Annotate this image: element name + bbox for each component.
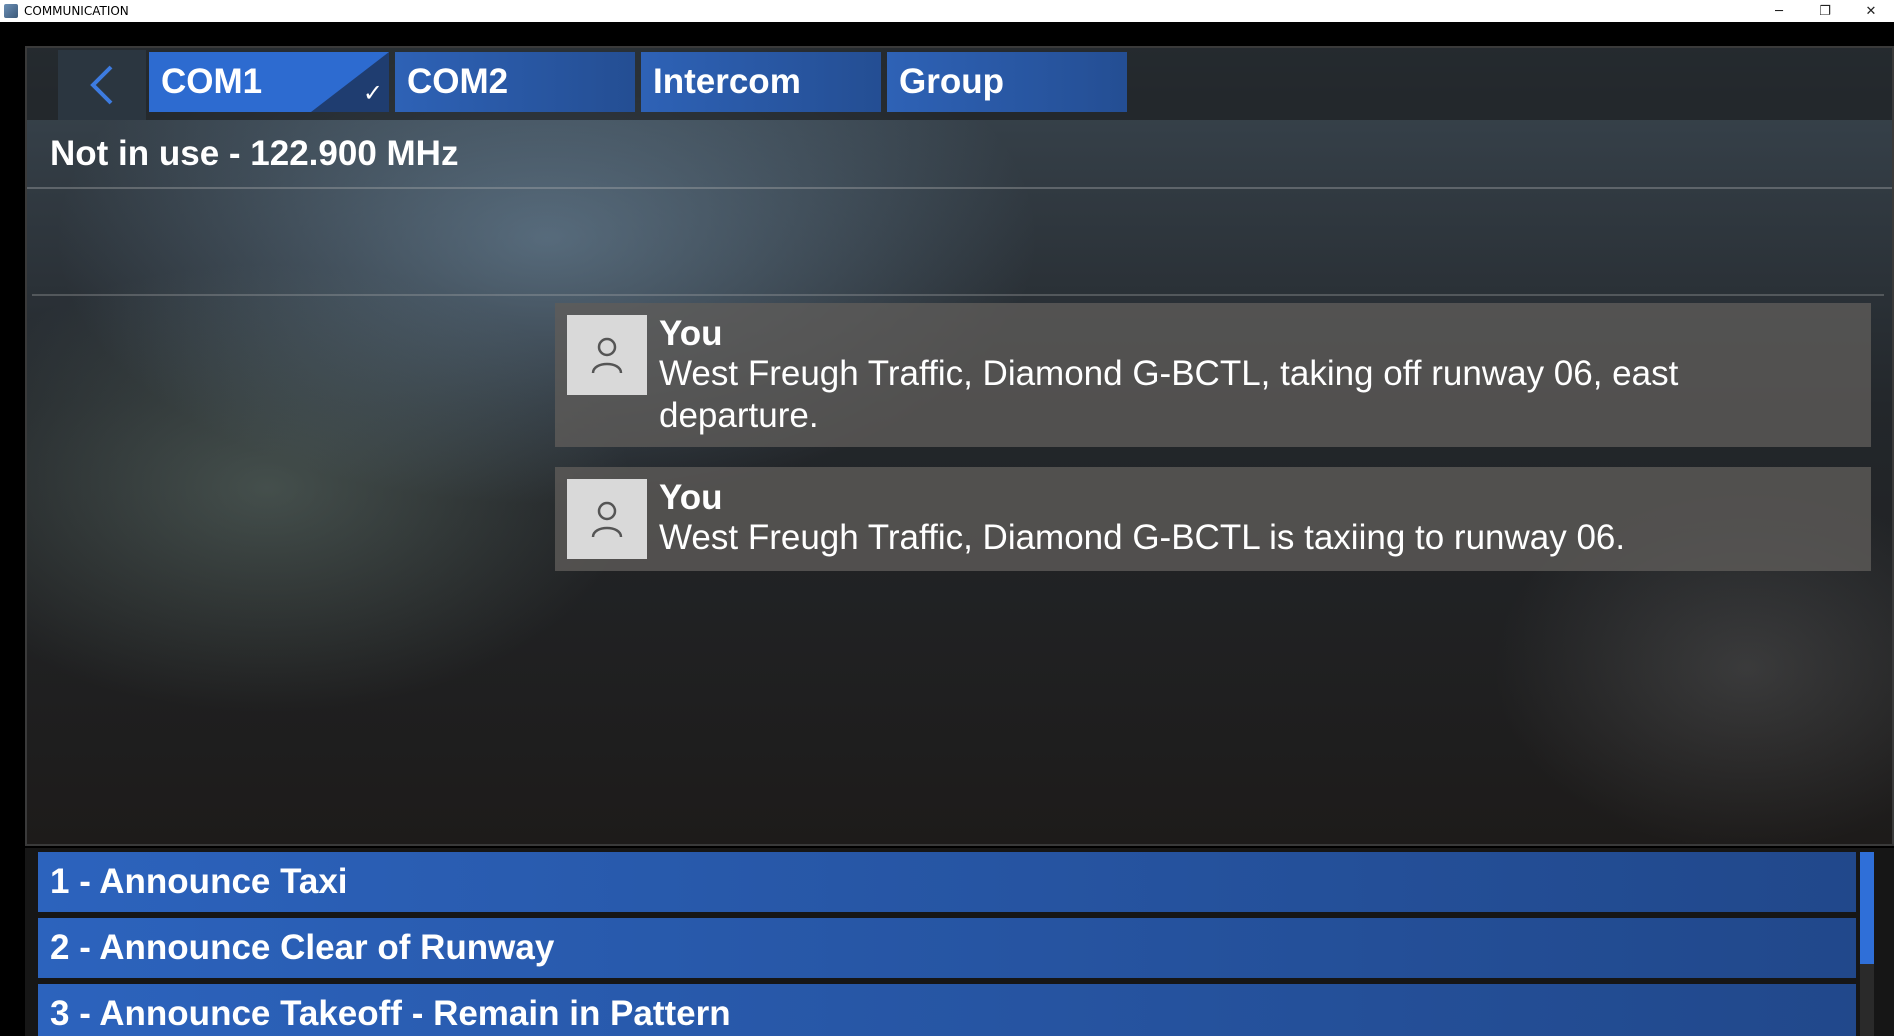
tab-label: Intercom xyxy=(653,62,801,101)
user-icon xyxy=(591,337,623,374)
app-icon xyxy=(4,4,18,18)
option-announce-clear-of-runway[interactable]: 2 - Announce Clear of Runway xyxy=(38,918,1856,978)
message-text: West Freugh Traffic, Diamond G-BCTL is t… xyxy=(659,518,1626,557)
message-sender: You xyxy=(659,314,723,353)
options-scrollbar[interactable] xyxy=(1860,852,1874,1036)
frequency-status: Not in use - 122.900 MHz xyxy=(50,134,459,173)
scrollbar-thumb[interactable] xyxy=(1860,852,1874,964)
message-item: You West Freugh Traffic, Diamond G-BCTL … xyxy=(555,467,1871,571)
window-title: COMMUNICATION xyxy=(24,4,129,18)
option-announce-takeoff-remain-in-pattern[interactable]: 3 - Announce Takeoff - Remain in Pattern xyxy=(38,984,1856,1036)
message-item: You West Freugh Traffic, Diamond G-BCTL,… xyxy=(555,303,1871,447)
restore-button[interactable]: ❐ xyxy=(1802,0,1848,22)
user-icon xyxy=(591,501,623,538)
back-button[interactable] xyxy=(58,50,146,120)
window-controls: ─ ❐ ✕ xyxy=(1756,0,1894,22)
option-announce-taxi[interactable]: 1 - Announce Taxi xyxy=(38,852,1856,912)
minimize-button[interactable]: ─ xyxy=(1756,0,1802,22)
avatar xyxy=(567,479,647,559)
close-button[interactable]: ✕ xyxy=(1848,0,1894,22)
tab-label: COM1 xyxy=(161,62,263,101)
window-title-bar: COMMUNICATION ─ ❐ ✕ xyxy=(0,0,1894,22)
message-sender: You xyxy=(659,478,723,517)
message-text: West Freugh Traffic, Diamond G-BCTL, tak… xyxy=(659,354,1679,435)
options-list: 1 - Announce Taxi 2 - Announce Clear of … xyxy=(25,848,1894,1036)
tab-intercom[interactable]: Intercom xyxy=(641,52,881,112)
check-icon: ✓ xyxy=(362,80,383,107)
divider xyxy=(32,294,1884,296)
avatar xyxy=(567,315,647,395)
tab-label: Group xyxy=(899,62,1004,101)
chevron-left-icon xyxy=(90,65,113,105)
communication-panel: COM1 ✓ COM2 Intercom Group Not in use - … xyxy=(25,46,1894,846)
tab-bar: COM1 ✓ COM2 Intercom Group xyxy=(27,48,1892,120)
tab-group[interactable]: Group xyxy=(887,52,1127,112)
tab-com2[interactable]: COM2 xyxy=(395,52,635,112)
divider xyxy=(27,187,1892,189)
tab-label: COM2 xyxy=(407,62,509,101)
tab-com1[interactable]: COM1 ✓ xyxy=(149,52,389,112)
